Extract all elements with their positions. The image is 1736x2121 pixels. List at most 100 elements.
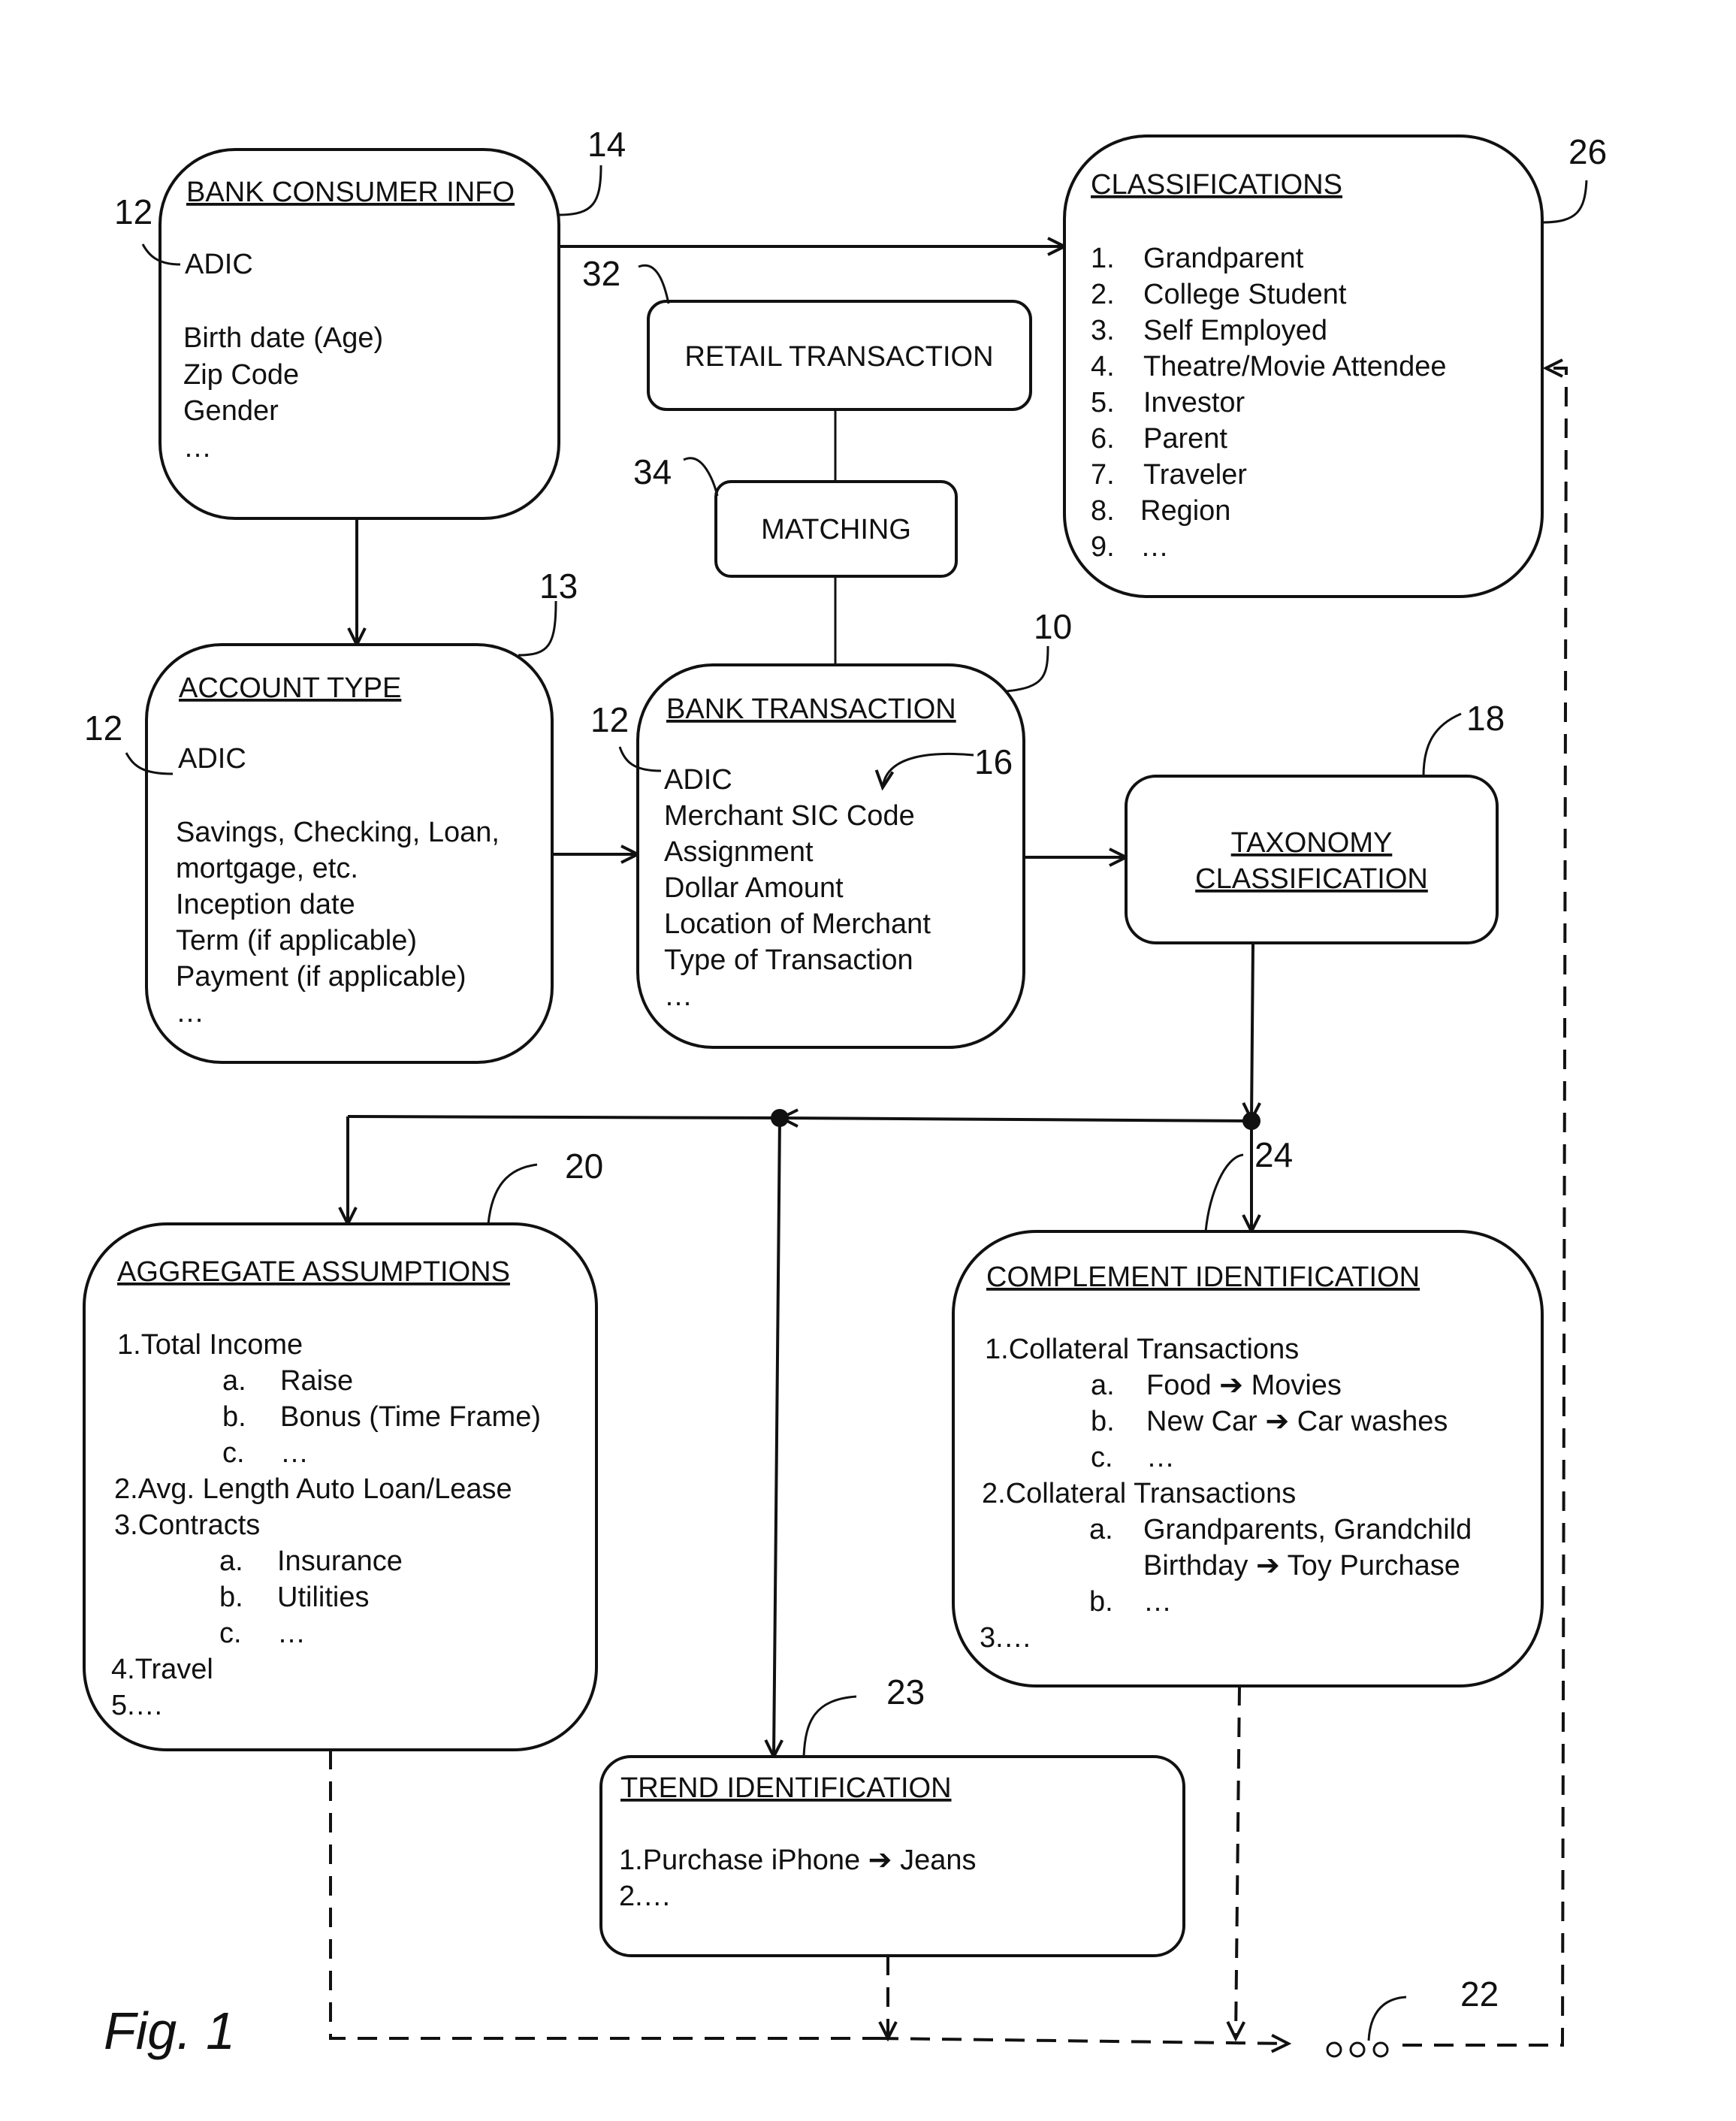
dashed-from-complement bbox=[1236, 1685, 1239, 2038]
arrow-taxonomy-to-junction bbox=[1251, 942, 1253, 1119]
ref-leader-32 bbox=[638, 264, 670, 304]
field-assignment: Assignment bbox=[664, 836, 814, 868]
ref-label-20: 20 bbox=[565, 1147, 603, 1186]
field-payment: Payment (if applicable) bbox=[176, 961, 466, 993]
ref-label-24: 24 bbox=[1254, 1135, 1293, 1174]
box-account-type[interactable]: ACCOUNT TYPE ADIC Savings, Checking, Loa… bbox=[84, 567, 578, 1064]
list-item: 2.Avg. Length Auto Loan/Lease bbox=[114, 1473, 512, 1505]
dashed-to-output bbox=[878, 2038, 1288, 2044]
list-item: 1.Purchase iPhone ➔ Jeans bbox=[619, 1845, 976, 1876]
list-item: 5.… bbox=[111, 1690, 164, 1721]
ref-leader-34 bbox=[683, 457, 719, 497]
figure-label: Fig. 1 bbox=[104, 2002, 235, 2060]
field-gender: Gender bbox=[183, 395, 279, 427]
field-merchant-sic: Merchant SIC Code bbox=[664, 800, 915, 832]
box-title: COMPLEMENT IDENTIFICATION bbox=[986, 1261, 1420, 1293]
list-item-number: 4. bbox=[1091, 351, 1115, 382]
ref-leader-14 bbox=[558, 165, 602, 216]
list-item-number: 7. bbox=[1091, 459, 1115, 491]
box-title-line2: CLASSIFICATION bbox=[1195, 863, 1428, 895]
list-item-number: a. bbox=[219, 1545, 243, 1577]
bus-line-left bbox=[347, 1115, 782, 1119]
list-item: Parent bbox=[1143, 423, 1227, 455]
ref-label-32: 32 bbox=[582, 254, 620, 293]
list-item-number: b. bbox=[219, 1582, 243, 1613]
ref-leader-18 bbox=[1422, 712, 1462, 777]
ref-label-34: 34 bbox=[633, 452, 672, 491]
box-taxonomy-classification[interactable]: TAXONOMY CLASSIFICATION 18 bbox=[1125, 699, 1505, 944]
ref-label-16: 16 bbox=[974, 742, 1013, 781]
box-title: BANK CONSUMER INFO bbox=[186, 177, 515, 208]
list-item: … bbox=[1143, 1586, 1172, 1618]
list-item-number: 2. bbox=[1091, 279, 1115, 310]
list-item-number: 5. bbox=[1091, 387, 1115, 418]
list-item-number: c. bbox=[1091, 1442, 1113, 1473]
field-dollar-amount: Dollar Amount bbox=[664, 872, 844, 904]
box-title-line1: TAXONOMY bbox=[1231, 827, 1393, 859]
list-item: Utilities bbox=[277, 1582, 369, 1613]
box-title: TREND IDENTIFICATION bbox=[620, 1772, 952, 1804]
output-dot-icon bbox=[1349, 2041, 1366, 2058]
ref-leader-13 bbox=[518, 600, 557, 657]
arrow-to-trend bbox=[774, 1117, 780, 1757]
list-item-number: a. bbox=[222, 1365, 246, 1397]
list-item-number: 8. bbox=[1091, 495, 1115, 527]
box-title: BANK TRANSACTION bbox=[666, 693, 956, 725]
list-item-number: a. bbox=[1089, 1514, 1113, 1545]
list-item-number: a. bbox=[1091, 1370, 1115, 1401]
box-title: MATCHING bbox=[761, 514, 911, 545]
ref-leader-26 bbox=[1541, 180, 1588, 224]
ref-label-18: 18 bbox=[1466, 699, 1505, 738]
field-account-kinds: Savings, Checking, Loan, bbox=[176, 817, 500, 848]
ref-label-12: 12 bbox=[114, 192, 152, 231]
list-item: 2.Collateral Transactions bbox=[982, 1478, 1296, 1509]
ref-label-22: 22 bbox=[1460, 1974, 1499, 2014]
box-trend-identification[interactable]: TREND IDENTIFICATION 1.Purchase iPhone ➔… bbox=[599, 1672, 1185, 1957]
box-title: CLASSIFICATIONS bbox=[1091, 169, 1342, 201]
bus-line-right bbox=[781, 1118, 1252, 1121]
list-item: … bbox=[1140, 531, 1169, 563]
output-dot-icon bbox=[1372, 2041, 1389, 2058]
box-aggregate-assumptions[interactable]: AGGREGATE ASSUMPTIONS 1.Total Income a. … bbox=[83, 1147, 603, 1751]
ref-leader-20 bbox=[487, 1163, 538, 1225]
list-item: Raise bbox=[280, 1365, 353, 1397]
list-item: Investor bbox=[1143, 387, 1245, 418]
field-ellipsis: … bbox=[664, 980, 693, 1012]
field-term: Term (if applicable) bbox=[176, 925, 417, 956]
field-birth-date: Birth date (Age) bbox=[183, 322, 383, 354]
ref-leader-10 bbox=[1006, 645, 1049, 693]
field-zip-code: Zip Code bbox=[183, 359, 299, 391]
box-bank-consumer-info[interactable]: BANK CONSUMER INFO ADIC Birth date (Age)… bbox=[114, 125, 626, 520]
box-matching[interactable]: MATCHING 34 bbox=[633, 452, 958, 578]
list-item: 1.Collateral Transactions bbox=[985, 1334, 1299, 1365]
field-adic: ADIC bbox=[178, 743, 246, 775]
ref-leader-24 bbox=[1204, 1153, 1244, 1232]
field-type: Type of Transaction bbox=[664, 944, 913, 976]
list-item: Region bbox=[1140, 495, 1230, 527]
field-adic: ADIC bbox=[664, 764, 732, 796]
list-item: … bbox=[1146, 1442, 1175, 1473]
list-item: College Student bbox=[1143, 279, 1347, 310]
box-classifications[interactable]: CLASSIFICATIONS 1. Grandparent 2. Colleg… bbox=[1063, 132, 1607, 598]
list-item: Bonus (Time Frame) bbox=[280, 1401, 541, 1433]
list-item: 3.… bbox=[980, 1622, 1032, 1654]
list-item: Food ➔ Movies bbox=[1146, 1370, 1342, 1401]
field-ellipsis: … bbox=[176, 997, 204, 1029]
list-item-number: 3. bbox=[1091, 315, 1115, 346]
ref-label-10: 10 bbox=[1034, 607, 1072, 646]
list-item: Self Employed bbox=[1143, 315, 1327, 346]
box-complement-identification[interactable]: COMPLEMENT IDENTIFICATION 1.Collateral T… bbox=[952, 1135, 1544, 1687]
list-item-number: 6. bbox=[1091, 423, 1115, 455]
list-item: Insurance bbox=[277, 1545, 403, 1577]
box-bank-transaction[interactable]: BANK TRANSACTION ADIC Merchant SIC Code … bbox=[590, 607, 1072, 1049]
list-item: Birthday ➔ Toy Purchase bbox=[1143, 1550, 1460, 1582]
list-item: Grandparent bbox=[1143, 243, 1304, 274]
box-retail-transaction[interactable]: RETAIL TRANSACTION 32 bbox=[582, 254, 1032, 411]
ref-leader-23 bbox=[802, 1695, 857, 1757]
box-title: ACCOUNT TYPE bbox=[179, 672, 401, 704]
list-item-number: 9. bbox=[1091, 531, 1115, 563]
field-location: Location of Merchant bbox=[664, 908, 931, 940]
list-item-number: 1. bbox=[1091, 243, 1115, 274]
list-item: 1.Total Income bbox=[117, 1329, 303, 1361]
field-adic: ADIC bbox=[185, 249, 253, 280]
